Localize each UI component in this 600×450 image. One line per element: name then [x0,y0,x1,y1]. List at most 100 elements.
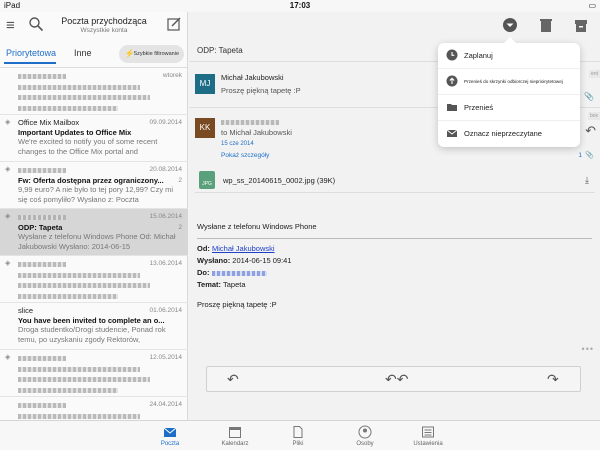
message-preview: 9,99 euro? A nie było to tej pory 12,99?… [18,185,174,204]
menu-item-label: Zaplanuj [464,51,493,60]
attachment-count: 1 [578,152,582,159]
download-icon[interactable]: ⤓ [585,175,589,186]
menu-item-label: Przenieś do skrzynki odbiorczej nieprioi… [464,79,563,84]
message-subject: Fw: Oferta dostępna przez ograniczony... [18,175,164,185]
recipient-line: to Michał Jakubowski [221,128,292,137]
menu-item-schedule[interactable]: Zaplanuj [438,43,580,69]
sent-label: Wysłano: [197,256,231,265]
message-date: 01.06.2014 [149,307,182,314]
attachment-badge: JPG [202,181,212,187]
attachment-icon: 📎 [584,92,594,101]
message-row[interactable]: ◈ 13.06.2014 [0,256,188,303]
tab-mail[interactable]: Poczta [140,425,200,447]
list-header: ≡ Poczta przychodząca Wszystkie konta [0,12,188,40]
message-list: ◈wtorek◈Office Mix MailboxImportant Upda… [0,68,188,444]
move-inbox-icon [446,75,458,87]
search-icon[interactable] [28,16,44,32]
message-date: 09.09.2014 [149,119,182,126]
more-dots-icon[interactable]: ••• [582,344,594,354]
thread-count: 2 [178,224,182,231]
tab-label: Poczta [160,441,180,447]
message-row[interactable]: ◈ Office Mix Mailbox Important Updates to … [0,115,188,162]
menu-item-label: Przenieś [464,103,494,112]
reply-all-icon[interactable]: ↶↶ [385,371,408,388]
compose-icon[interactable] [166,16,182,32]
reply-icon[interactable]: ↶ [227,371,239,388]
message-date: 20.08.2014 [149,166,182,173]
tag-icon: ◈ [5,260,11,267]
message-snippet: Proszę piękną tapetę :P [221,86,301,95]
message-preview [18,280,178,291]
menu-item-label: Oznacz nieprzeczytane [464,129,542,138]
trash-icon[interactable] [538,17,554,33]
message-preview [18,374,178,385]
bottom-tab-bar: Poczta Kalendarz Pliki Osoby Ustawienia [0,420,600,450]
tab-files[interactable]: Pliki [268,425,328,447]
forward-icon[interactable]: ↷ [547,371,559,388]
tab-other[interactable]: Inne [74,48,92,58]
message-preview: Droga studentko/Drogi studencie, Ponad r… [18,325,166,344]
person-icon [358,425,372,439]
tab-calendar[interactable]: Kalendarz [205,425,265,447]
more-actions-dropdown-icon[interactable] [502,17,518,33]
lightning-icon: ⚡ [124,49,135,58]
message-date: 12.05.2014 [149,354,182,361]
message-row[interactable]: ◈ Fw: Oferta dostępna przez ograniczony..… [0,162,188,209]
menu-item-mark-unread[interactable]: Oznacz nieprzeczytane [438,121,580,147]
folder-subtitle: Wszystkie konta [80,27,128,34]
tab-priority[interactable]: Priorytetowa [6,48,56,58]
to-value[interactable] [211,270,267,276]
tag-icon: ◈ [5,119,11,126]
message-preview [18,103,178,114]
tab-settings[interactable]: Ustawienia [398,425,458,447]
reply-actions-bar: ↶ ↶↶ ↷ [206,366,581,392]
message-row[interactable]: ◈sliceYou have been invited to complete … [0,303,188,350]
folder-title[interactable]: Poczta przychodząca [48,16,160,26]
message-subject [18,82,178,93]
tag-icon: ◈ [5,213,11,220]
more-actions-menu: Zaplanuj Przenieś do skrzynki odbiorczej… [438,37,580,147]
menu-item-move[interactable]: Przenieś [438,95,580,121]
message-body: Proszę piękną tapetę :P [197,300,277,309]
archive-icon[interactable] [573,17,589,33]
attachment-item[interactable]: JPG wp_ss_20140615_0002.jpg (39K) ⤓ [195,169,595,193]
message-date: 24.04.2014 [149,401,182,408]
label-tag: box [587,112,600,120]
subject-label: Temat: [197,280,222,289]
avatar: KK [195,118,215,138]
tab-label: Osoby [356,441,374,447]
message-subject: Important Updates to Office Mix [18,127,132,137]
from-link[interactable]: Michał Jakubowski [212,244,275,253]
quick-filter-button[interactable]: ⚡ Szybkie filtrowanie [119,45,184,63]
show-details-link[interactable]: Pokaż szczegóły [221,152,269,159]
folder-icon [447,104,457,111]
thread-count: 2 [178,177,182,184]
tab-label: Kalendarz [221,441,249,447]
tag-icon: ◈ [5,354,11,361]
tab-people[interactable]: Osoby [335,425,395,447]
message-row[interactable]: ◈ ODP: Tapeta Wysłane z telefonu Windows P… [0,209,188,256]
tab-label: Ustawienia [413,441,443,447]
hamburger-menu-icon[interactable]: ≡ [6,17,15,34]
message-date: 15.06.2014 [149,213,182,220]
attachment-name: wp_ss_20140615_0002.jpg (39K) [223,176,336,185]
sender-name: Michał Jakubowski [221,73,284,82]
reply-icon[interactable]: ↶ [585,123,596,139]
message-list-pane: ≡ Poczta przychodząca Wszystkie konta Pr… [0,12,188,444]
menu-item-move-to-other[interactable]: Przenieś do skrzynki odbiorczej nieprioi… [438,69,580,95]
envelope-icon [163,427,177,437]
settings-icon [422,426,434,438]
message-preview [18,291,178,302]
message-date: 13.06.2014 [149,260,182,267]
avatar: MJ [195,74,215,94]
to-label: Do: [197,268,210,277]
message-row[interactable]: ◈ 12.05.2014 [0,350,188,397]
subject-value: Tapeta [222,280,246,289]
message-preview [18,385,178,396]
message-row[interactable]: ◈wtorek [0,68,188,115]
reading-toolbar [189,12,600,38]
clock-icon [446,49,458,61]
calendar-icon [229,427,241,438]
message-preview: We're excited to notify you of some rece… [18,137,158,156]
message-subject: ODP: Tapeta [18,222,63,232]
